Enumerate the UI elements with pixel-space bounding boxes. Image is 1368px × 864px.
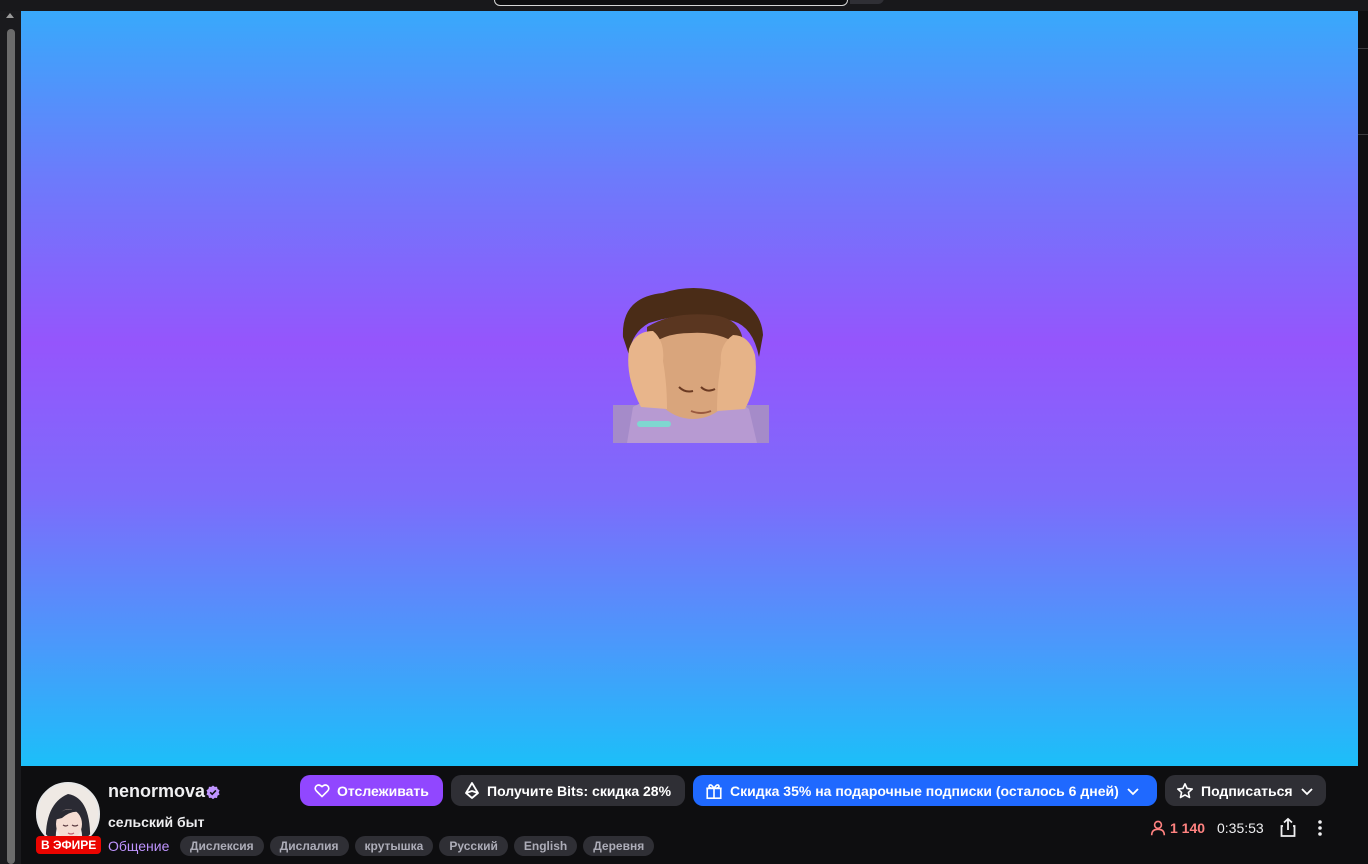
category-link[interactable]: Общение bbox=[108, 838, 169, 854]
tag-village[interactable]: Деревня bbox=[583, 836, 655, 856]
side-panel-edge bbox=[1358, 11, 1368, 766]
subscribe-button[interactable]: Подписаться bbox=[1165, 775, 1326, 806]
share-icon[interactable] bbox=[1278, 817, 1298, 839]
chevron-down-icon bbox=[1127, 787, 1139, 795]
tag-dyslalia[interactable]: Дислалия bbox=[269, 836, 349, 856]
page-scrollbar[interactable] bbox=[0, 11, 21, 864]
gift-subscriptions-button[interactable]: Скидка 35% на подарочные подписки (остал… bbox=[693, 775, 1157, 806]
gift-label: Скидка 35% на подарочные подписки (остал… bbox=[730, 782, 1119, 799]
divider bbox=[1358, 48, 1368, 49]
channel-name[interactable]: nenormova bbox=[108, 781, 205, 802]
chevron-down-icon bbox=[1300, 787, 1313, 795]
video-player[interactable] bbox=[21, 11, 1358, 766]
scroll-up-arrow-icon[interactable] bbox=[6, 13, 14, 18]
live-badge: В ЭФИРЕ bbox=[36, 836, 102, 854]
divider bbox=[1358, 134, 1368, 135]
more-vertical-icon[interactable] bbox=[1312, 817, 1328, 839]
bits-gem-icon bbox=[465, 781, 479, 799]
star-icon bbox=[1176, 782, 1194, 798]
subscribe-label: Подписаться bbox=[1201, 782, 1293, 799]
scrollbar-thumb[interactable] bbox=[7, 29, 15, 864]
follow-button[interactable]: Отслеживать bbox=[300, 775, 443, 806]
browser-top-bar bbox=[0, 0, 1368, 11]
search-button[interactable] bbox=[850, 0, 884, 4]
viewer-count: 1 140 bbox=[1149, 819, 1205, 837]
facepalm-emote-image bbox=[613, 288, 769, 443]
stream-info-bar: В ЭФИРЕ nenormova сельский быт Общение Д… bbox=[21, 766, 1358, 864]
follow-label: Отслеживать bbox=[337, 782, 429, 799]
viewer-count-value: 1 140 bbox=[1170, 820, 1206, 836]
tag-english[interactable]: English bbox=[513, 836, 578, 856]
heart-icon bbox=[314, 783, 330, 797]
person-icon bbox=[1150, 820, 1166, 836]
stream-title: сельский быт bbox=[108, 814, 205, 830]
stream-uptime: 0:35:53 bbox=[1217, 820, 1264, 836]
bits-label: Получите Bits: скидка 28% bbox=[487, 782, 672, 799]
tag-krutyshka[interactable]: крутышка bbox=[354, 836, 434, 856]
tag-russian[interactable]: Русский bbox=[439, 836, 508, 856]
avatar-image bbox=[38, 784, 98, 844]
search-input[interactable] bbox=[494, 0, 848, 6]
tag-list: Дислексия Дислалия крутышка Русский Engl… bbox=[180, 836, 655, 856]
gift-icon bbox=[706, 783, 722, 799]
tag-dyslexia[interactable]: Дислексия bbox=[180, 836, 264, 856]
get-bits-button[interactable]: Получите Bits: скидка 28% bbox=[451, 775, 685, 806]
verified-badge-icon bbox=[206, 785, 220, 799]
